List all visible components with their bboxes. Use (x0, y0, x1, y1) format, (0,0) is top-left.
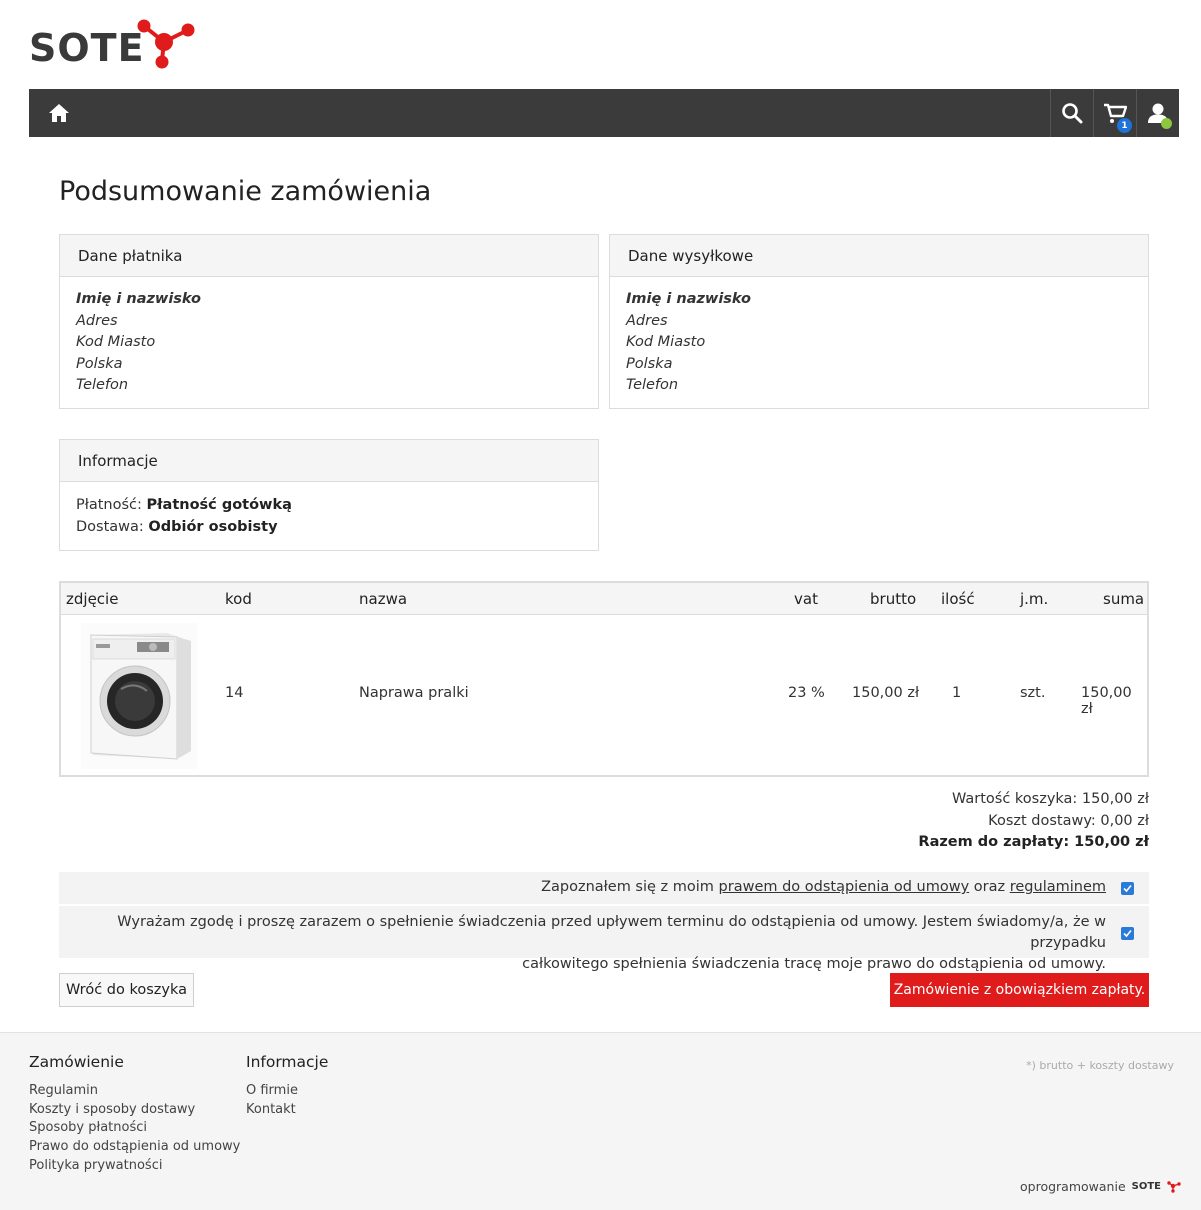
footer-link-terms[interactable]: Regulamin (29, 1082, 240, 1101)
account-button[interactable] (1136, 89, 1179, 137)
delivery-method: Dostawa: Odbiór osobisty (76, 517, 582, 539)
item-gross: 150,00 zł (852, 685, 920, 701)
payment-label: Płatność: (76, 497, 142, 513)
table-header: zdjęcie kod nazwa vat brutto ilość j.m. … (61, 583, 1147, 615)
footer-col-info-title: Informacje (246, 1053, 329, 1071)
software-credit[interactable]: oprogramowanie SOTE (1020, 1179, 1181, 1194)
search-button[interactable] (1050, 89, 1093, 137)
back-to-cart-button[interactable]: Wróć do koszyka (59, 973, 194, 1007)
shipping-cost: Koszt dostawy: 0,00 zł (988, 812, 1149, 829)
footer-link-privacy[interactable]: Polityka prywatności (29, 1157, 240, 1176)
home-icon (49, 104, 69, 122)
shipping-country: Polska (626, 355, 673, 372)
payer-panel-title: Dane płatnika (60, 235, 598, 277)
info-details: Płatność: Płatność gotówką Dostawa: Odbi… (60, 482, 598, 552)
footer-link-withdrawal[interactable]: Prawo do odstąpienia od umowy (29, 1138, 240, 1157)
footer-link-delivery[interactable]: Koszty i sposoby dostawy (29, 1101, 240, 1120)
page-title: Podsumowanie zamówienia (59, 176, 432, 207)
footer: Zamówienie Regulamin Koszty i sposoby do… (0, 1032, 1201, 1210)
shipping-phone: Telefon (626, 377, 679, 393)
col-photo: zdjęcie (66, 590, 119, 608)
consent-line-1: Wyrażam zgodę i proszę zarazem o spełnie… (117, 914, 1106, 951)
cart-value: Wartość koszyka: 150,00 zł (951, 791, 1149, 807)
delivery-label: Dostawa: (76, 518, 144, 535)
payment-method: Płatność: Płatność gotówką (76, 495, 582, 517)
consent-terms-row: Zapoznałem się z moim prawem do odstąpie… (59, 872, 1149, 904)
home-button[interactable] (29, 89, 89, 137)
item-name[interactable]: Naprawa pralki (359, 685, 469, 701)
payer-name: Imię i nazwisko (76, 291, 202, 307)
item-code: 14 (225, 685, 244, 701)
cart-button[interactable]: 1 (1093, 89, 1136, 137)
col-qty: ilość (941, 590, 975, 608)
sote-mini-logo-icon (1167, 1180, 1181, 1193)
consent-terms-checkbox[interactable] (1121, 882, 1134, 895)
footer-link-payments[interactable]: Sposoby płatności (29, 1119, 240, 1138)
footer-link-contact[interactable]: Kontakt (246, 1101, 328, 1120)
col-name: nazwa (359, 590, 408, 608)
search-icon (1062, 103, 1083, 124)
product-image[interactable] (81, 623, 197, 773)
footer-col-order-title: Zamówienie (29, 1053, 124, 1071)
footer-link-about[interactable]: O firmie (246, 1082, 328, 1101)
consent-terms-text: Zapoznałem się z moim prawem do odstąpie… (541, 879, 1106, 895)
online-status-dot (1161, 118, 1172, 129)
order-totals: Wartość koszyka: 150,00 zł Koszt dostawy… (918, 789, 1149, 854)
payment-value: Płatność gotówką (146, 497, 292, 513)
consent-early-fulfillment-text: Wyrażam zgodę i proszę zarazem o spełnie… (59, 912, 1106, 975)
col-sum: suma (1103, 590, 1145, 608)
col-unit: j.m. (1020, 590, 1049, 608)
payer-panel: Dane płatnika Imię i nazwisko Adres Kod … (59, 234, 599, 409)
shipping-address: Imię i nazwisko Adres Kod Miasto Polska … (610, 277, 1148, 411)
item-qty: 1 (952, 685, 962, 701)
footer-price-note: *) brutto + koszty dostawy (1026, 1059, 1174, 1072)
shipping-city: Kod Miasto (626, 334, 706, 350)
payer-address: Imię i nazwisko Adres Kod Miasto Polska … (60, 277, 598, 411)
shipping-street: Adres (626, 312, 668, 329)
delivery-value: Odbiór osobisty (148, 518, 278, 535)
info-panel: Informacje Płatność: Płatność gotówką Do… (59, 439, 599, 551)
software-brand: SOTE (1131, 1181, 1161, 1192)
logo[interactable]: SOTE (29, 18, 209, 70)
info-panel-title: Informacje (60, 440, 598, 482)
software-label: oprogramowanie (1020, 1179, 1126, 1194)
consent-terms-mid: oraz (973, 879, 1006, 895)
terms-link[interactable]: regulaminem (1010, 879, 1106, 895)
order-items-table: zdjęcie kod nazwa vat brutto ilość j.m. … (59, 581, 1149, 777)
payer-phone: Telefon (76, 377, 129, 393)
col-vat: vat (794, 590, 818, 608)
payer-country: Polska (76, 355, 123, 372)
consent-line-2: całkowitego spełnienia świadczenia tracę… (522, 956, 1106, 972)
withdrawal-right-link[interactable]: prawem do odstąpienia od umowy (719, 879, 970, 895)
table-row: 14 Naprawa pralki 23 % 150,00 zł 1 szt. … (61, 615, 1147, 775)
item-vat: 23 % (788, 685, 825, 701)
footer-col-order: Zamówienie Regulamin Koszty i sposoby do… (29, 1053, 240, 1176)
cart-count-badge: 1 (1116, 117, 1133, 134)
shipping-panel: Dane wysyłkowe Imię i nazwisko Adres Kod… (609, 234, 1149, 409)
item-unit: szt. (1020, 685, 1046, 701)
item-sum: 150,00 zł (1081, 685, 1132, 717)
footer-col-info: Informacje O firmie Kontakt (246, 1053, 328, 1119)
checkmark-icon (1123, 884, 1132, 893)
washing-machine-image (81, 623, 197, 769)
logo-text: SOTE (29, 26, 145, 70)
col-code: kod (225, 590, 252, 608)
main-navbar: 1 (29, 89, 1179, 137)
place-order-button[interactable]: Zamówienie z obowiązkiem zapłaty. (890, 973, 1149, 1007)
shipping-panel-title: Dane wysyłkowe (610, 235, 1148, 277)
consent-early-fulfillment-checkbox[interactable] (1121, 927, 1134, 940)
consent-terms-prefix: Zapoznałem się z moim (541, 879, 714, 895)
payer-city: Kod Miasto (76, 334, 156, 350)
grand-total: Razem do zapłaty: 150,00 zł (918, 834, 1149, 850)
logo-mark-icon (137, 19, 195, 69)
shipping-name: Imię i nazwisko (626, 291, 752, 307)
consent-early-fulfillment-row: Wyrażam zgodę i proszę zarazem o spełnie… (59, 906, 1149, 972)
payer-street: Adres (76, 312, 118, 329)
col-gross: brutto (870, 590, 917, 608)
checkmark-icon (1123, 929, 1132, 938)
